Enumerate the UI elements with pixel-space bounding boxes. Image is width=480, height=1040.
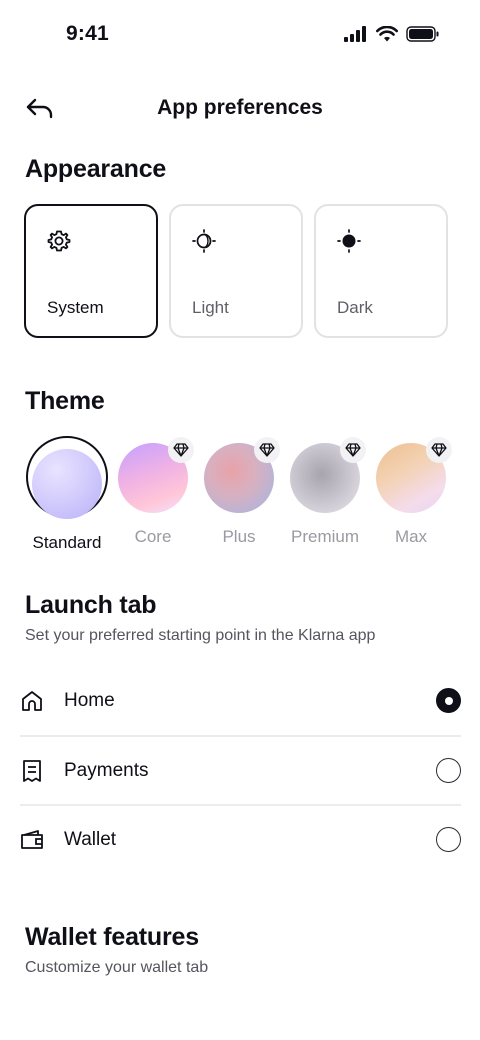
appearance-dark-card[interactable]: Dark [314, 204, 448, 338]
launch-option-payments[interactable]: Payments [20, 735, 461, 804]
theme-swatch-core [118, 437, 194, 513]
launch-option-home[interactable]: Home [20, 666, 461, 735]
wallet-features-subtitle: Customize your wallet tab [25, 959, 209, 976]
launch-tab-title: Launch tab [25, 591, 157, 619]
home-radio[interactable] [436, 688, 461, 713]
status-time: 9:41 [66, 22, 109, 45]
status-bar: 9:41 [0, 0, 480, 72]
page-title: App preferences [157, 96, 323, 119]
theme-plus[interactable]: Plus [197, 436, 281, 547]
status-icons [344, 26, 440, 42]
launch-tab-options: Home Payments Wallet [20, 666, 461, 873]
launch-option-wallet-label: Wallet [64, 828, 117, 850]
dark-mode-icon [337, 229, 361, 253]
light-mode-icon [192, 229, 216, 253]
theme-swatch-premium [290, 437, 366, 513]
theme-standard[interactable]: Standard [25, 436, 109, 553]
theme-options: Standard Core Plus Premium Max [20, 436, 480, 552]
gear-icon [47, 230, 71, 252]
launch-option-home-label: Home [64, 689, 115, 711]
launch-tab-subtitle: Set your preferred starting point in the… [25, 627, 376, 644]
theme-max[interactable]: Max [369, 436, 453, 547]
appearance-light-card[interactable]: Light [169, 204, 303, 338]
payments-radio[interactable] [436, 758, 461, 783]
battery-icon [406, 26, 439, 42]
premium-gem-icon [340, 437, 366, 463]
theme-label-standard: Standard [32, 533, 102, 552]
theme-swatch-plus [204, 437, 280, 513]
launch-option-payments-label: Payments [64, 759, 149, 781]
wallet-features-title: Wallet features [25, 923, 199, 951]
theme-premium[interactable]: Premium [283, 436, 367, 547]
home-icon [22, 690, 42, 711]
launch-option-wallet[interactable]: Wallet [20, 804, 461, 873]
wallet-icon [21, 829, 43, 849]
theme-title: Theme [25, 387, 105, 415]
theme-label-core: Core [134, 527, 172, 546]
signal-icon [344, 26, 366, 42]
theme-label-plus: Plus [222, 527, 256, 546]
theme-core[interactable]: Core [111, 436, 195, 547]
premium-gem-icon [426, 437, 452, 463]
appearance-system-label: System [47, 298, 104, 317]
appearance-title: Appearance [25, 155, 167, 183]
appearance-dark-label: Dark [337, 298, 373, 317]
premium-gem-icon [254, 437, 280, 463]
wifi-icon [376, 26, 398, 42]
wallet-radio[interactable] [436, 827, 461, 852]
receipt-icon [23, 759, 41, 782]
appearance-system-card[interactable]: System [24, 204, 158, 338]
header: App preferences [0, 86, 480, 132]
theme-label-premium: Premium [290, 527, 359, 546]
theme-swatch-max [376, 437, 452, 513]
premium-gem-icon [168, 437, 194, 463]
theme-label-max: Max [394, 527, 428, 546]
theme-swatch-standard [32, 449, 102, 519]
appearance-light-label: Light [192, 298, 229, 317]
appearance-options: System Light Dark [24, 204, 448, 338]
